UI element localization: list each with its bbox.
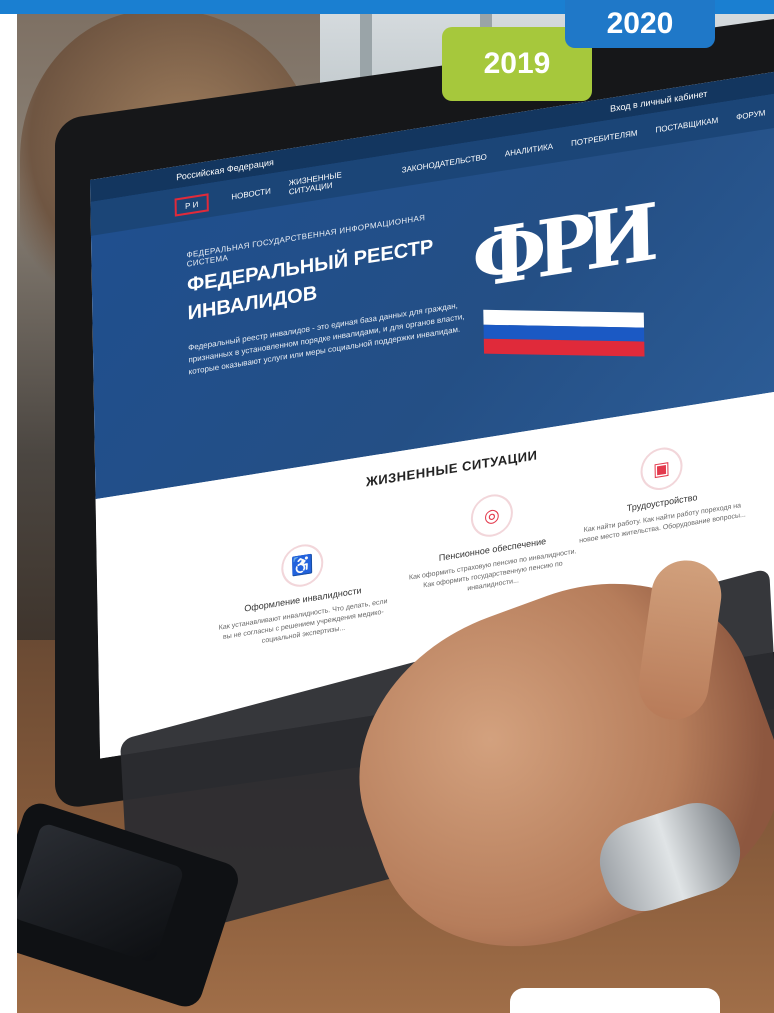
year-2020-badge: 2020 <box>565 0 715 48</box>
card-pension[interactable]: ◎ Пенсионное обеспечение Как оформить ст… <box>407 483 579 604</box>
russian-flag-ribbon <box>483 309 645 357</box>
card-disability[interactable]: ♿ Оформление инвалидности Как устанавлив… <box>217 533 389 654</box>
left-margin-strip <box>0 0 17 1013</box>
smartphone-screen <box>11 822 185 964</box>
nav-item-consumers[interactable]: ПОТРЕБИТЕЛЯМ <box>571 128 638 147</box>
nav-item-suppliers[interactable]: ПОСТАВЩИКАМ <box>655 115 718 134</box>
fri-emblem: ФРИ <box>472 187 655 375</box>
coins-icon: ◎ <box>472 493 512 538</box>
card-employment[interactable]: ▣ Трудоустройство Как найти работу. Как … <box>576 436 747 547</box>
fri-emblem-letters: ФРИ <box>471 187 650 307</box>
hero-text: ФЕДЕРАЛЬНАЯ ГОСУДАРСТВЕННАЯ ИНФОРМАЦИОНН… <box>186 207 468 379</box>
section-title: ЖИЗНЕННЫЕ СИТУАЦИИ <box>365 447 538 490</box>
wheelchair-icon: ♿ <box>282 543 322 588</box>
nav-item-analytics[interactable]: АНАЛИТИКА <box>505 141 553 158</box>
nav-item-news[interactable]: НОВОСТИ <box>231 186 271 201</box>
bottom-white-tab <box>510 988 720 1013</box>
nav-item-forum[interactable]: ФОРУМ <box>736 108 765 122</box>
nav-item-life-situations[interactable]: ЖИЗНЕННЫЕ СИТУАЦИИ <box>289 164 384 196</box>
photo-background: Российская Федерация Вход в личный кабин… <box>0 0 774 1013</box>
briefcase-icon: ▣ <box>642 446 681 491</box>
nav-item-legislation[interactable]: ЗАКОНОДАТЕЛЬСТВО <box>402 152 487 174</box>
